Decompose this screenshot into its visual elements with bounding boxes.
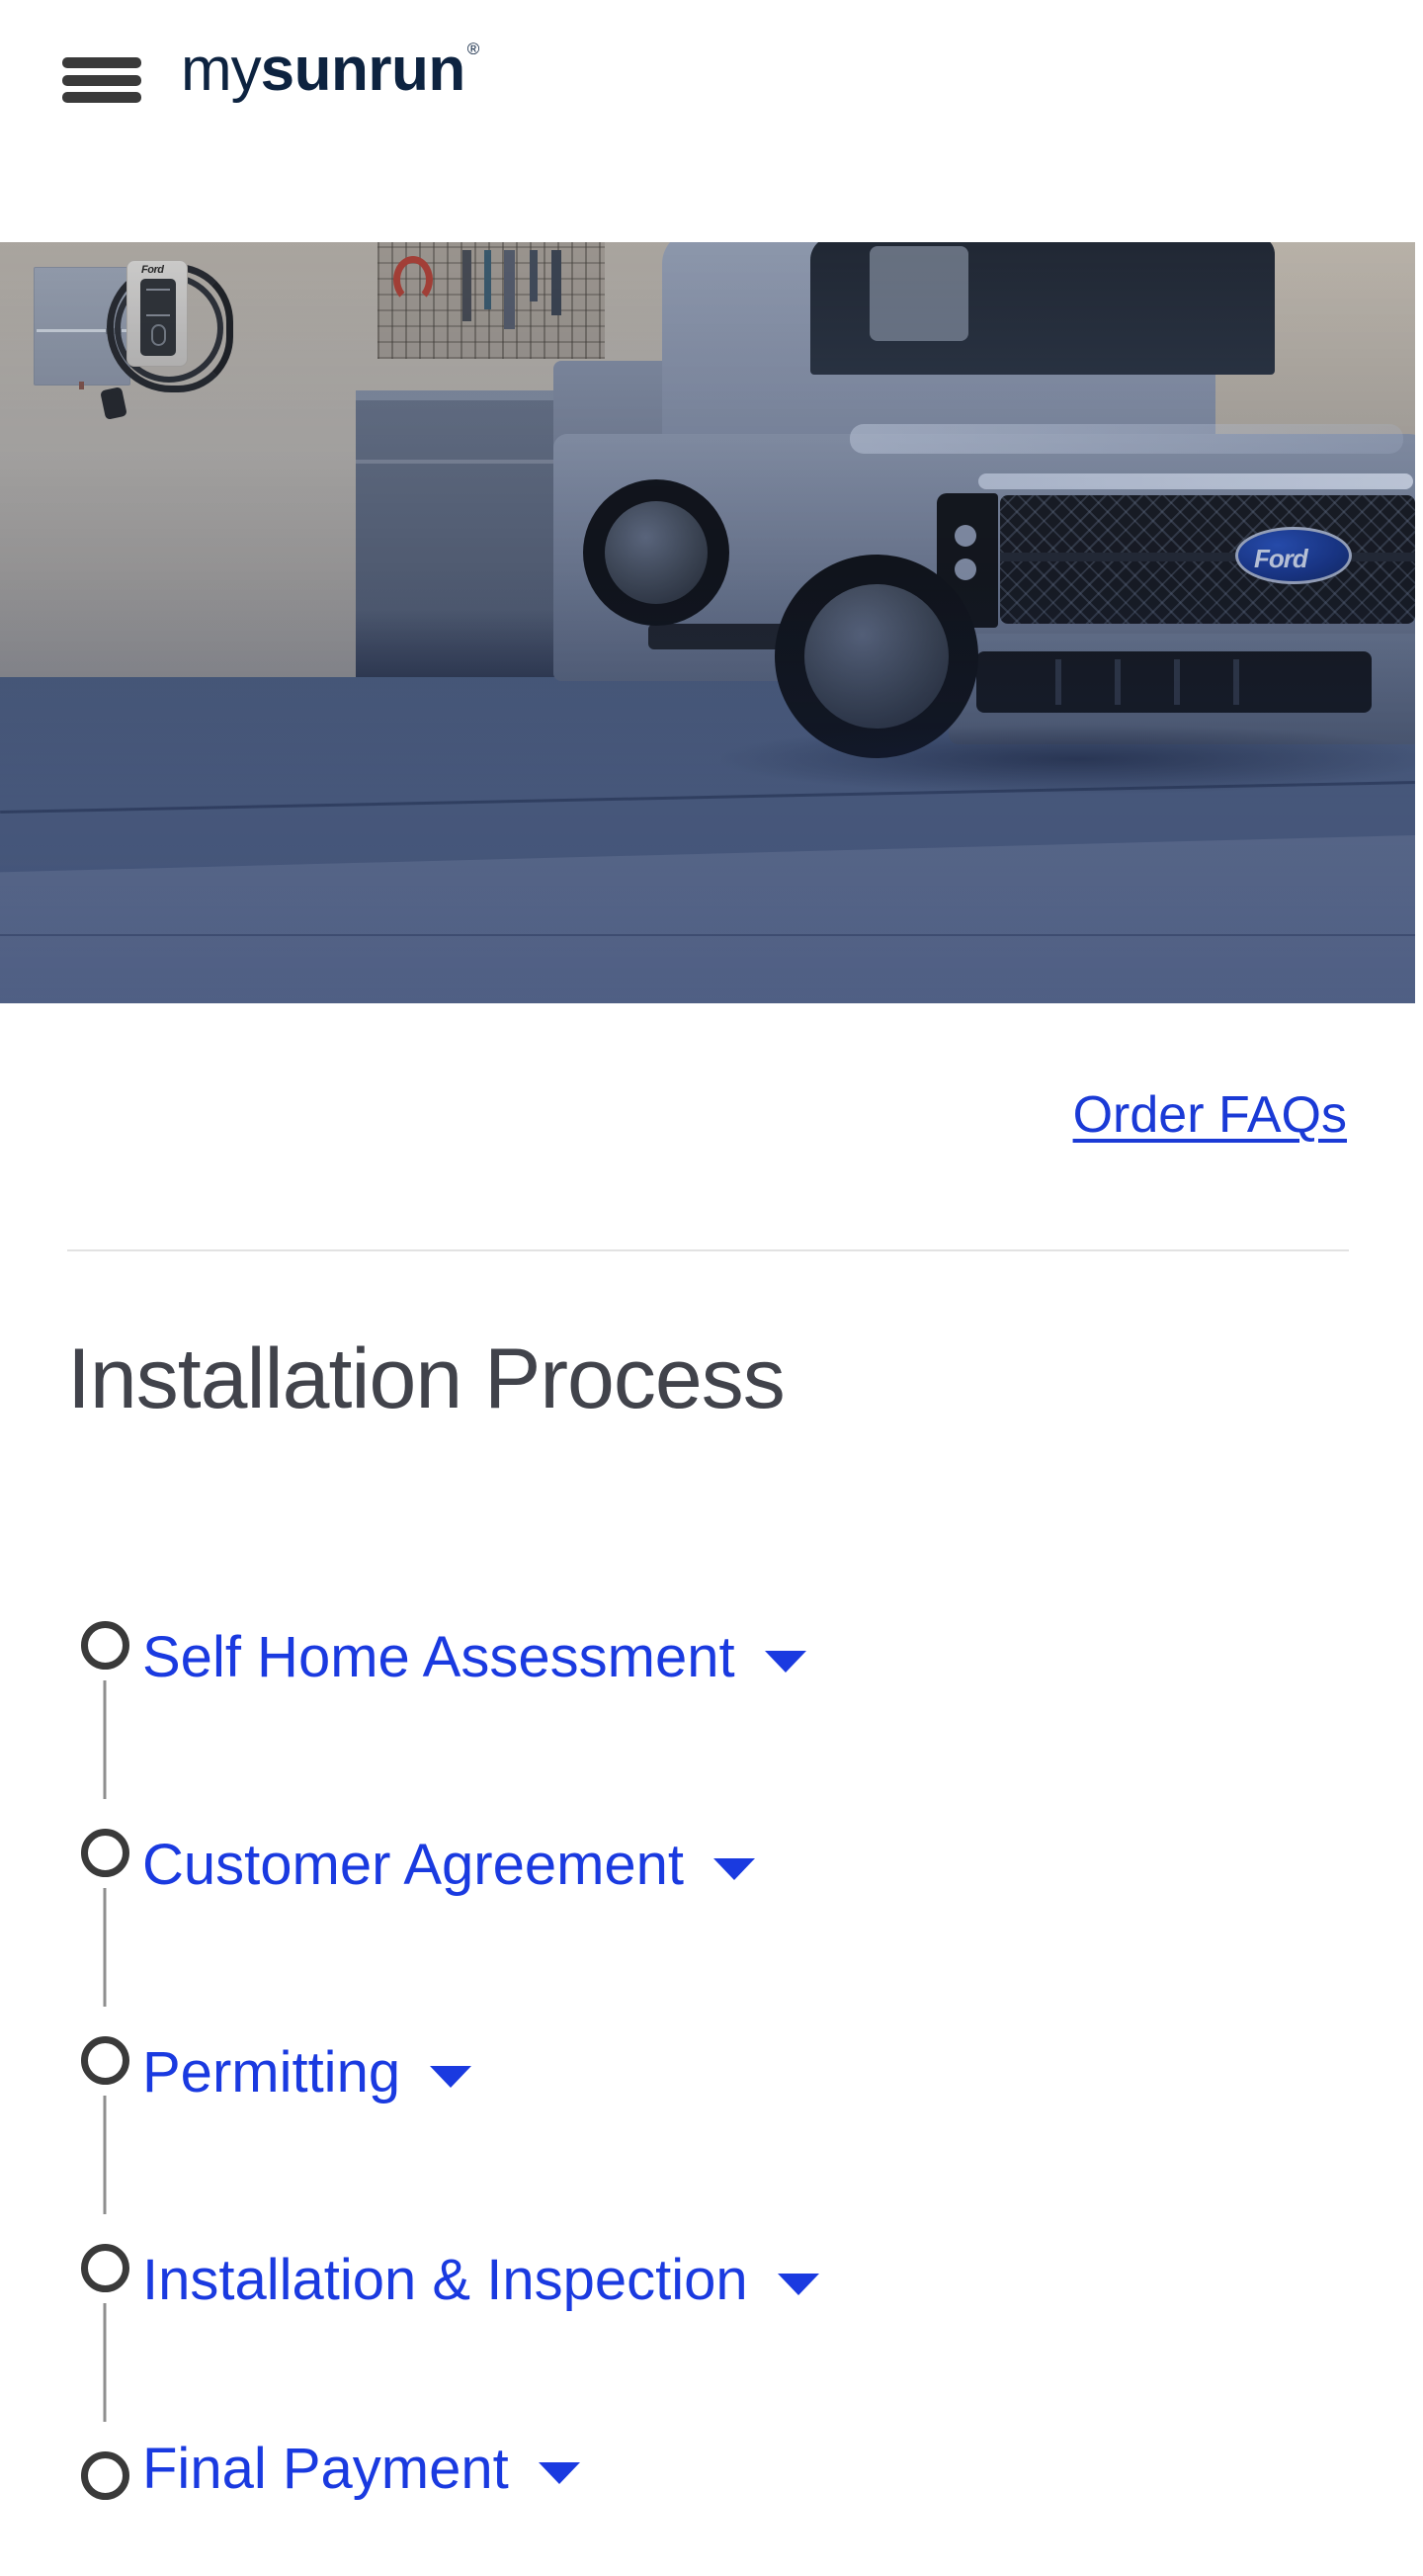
timeline-step[interactable]: Installation & Inspection [67,2224,1352,2432]
registered-trademark-icon: ® [466,40,480,58]
hamburger-bar-1 [62,57,141,68]
step-status-circle-icon[interactable] [80,2244,129,2292]
step-toggle[interactable]: Permitting [142,2040,472,2104]
chevron-down-icon[interactable] [538,2462,580,2484]
step-connector-line [103,1888,107,2007]
hamburger-menu-icon[interactable] [62,57,141,103]
timeline-step[interactable]: Final Payment [67,2432,1352,2550]
logo-prefix: my [181,36,262,104]
app-page: my sunrun ® Ford [0,0,1423,2576]
step-label: Customer Agreement [142,1833,685,1897]
timeline-step[interactable]: Self Home Assessment [67,1601,1352,1809]
step-marker [67,2432,142,2550]
step-label: Final Payment [142,2437,509,2501]
step-marker [67,1809,142,2017]
faq-link-row: Order FAQs [0,1086,1423,1144]
section-divider [67,1249,1349,1251]
timeline-step[interactable]: Permitting [67,2017,1352,2224]
step-marker [67,1601,142,1809]
step-toggle[interactable]: Customer Agreement [142,1833,756,1897]
hero-scene: Ford [0,242,1415,1003]
hero-blue-overlay [0,242,1415,1003]
step-connector-line [103,2303,107,2422]
timeline-step[interactable]: Customer Agreement [67,1809,1352,2017]
chevron-down-icon[interactable] [713,1858,756,1880]
step-toggle[interactable]: Self Home Assessment [142,1629,806,1686]
logo-name: sunrun [260,36,466,104]
step-label: Self Home Assessment [142,1625,735,1689]
step-status-circle-icon[interactable] [80,2451,129,2500]
installation-process-timeline: Self Home Assessment Customer Agreement … [67,1601,1352,2550]
step-toggle[interactable]: Installation & Inspection [142,2252,819,2309]
order-faqs-link[interactable]: Order FAQs [1073,1086,1347,1144]
app-header: my sunrun ® [0,0,1423,242]
step-marker [67,2224,142,2432]
hero-image: Ford [0,242,1415,1003]
chevron-down-icon[interactable] [764,1651,806,1673]
chevron-down-icon[interactable] [777,2274,819,2295]
step-toggle[interactable]: Final Payment [142,2441,580,2498]
step-connector-line [103,2096,107,2214]
step-label: Installation & Inspection [142,2248,748,2312]
step-label: Permitting [142,2040,401,2104]
hamburger-bar-3 [62,92,141,103]
step-status-circle-icon[interactable] [80,1829,129,1877]
step-marker [67,2017,142,2224]
step-status-circle-icon[interactable] [80,2036,129,2085]
page-title: Installation Process [67,1331,786,1426]
step-connector-line [103,1680,107,1799]
step-status-circle-icon[interactable] [80,1621,129,1670]
mysunrun-logo[interactable]: my sunrun ® [181,36,480,104]
hamburger-bar-2 [62,74,141,86]
chevron-down-icon[interactable] [430,2066,472,2088]
